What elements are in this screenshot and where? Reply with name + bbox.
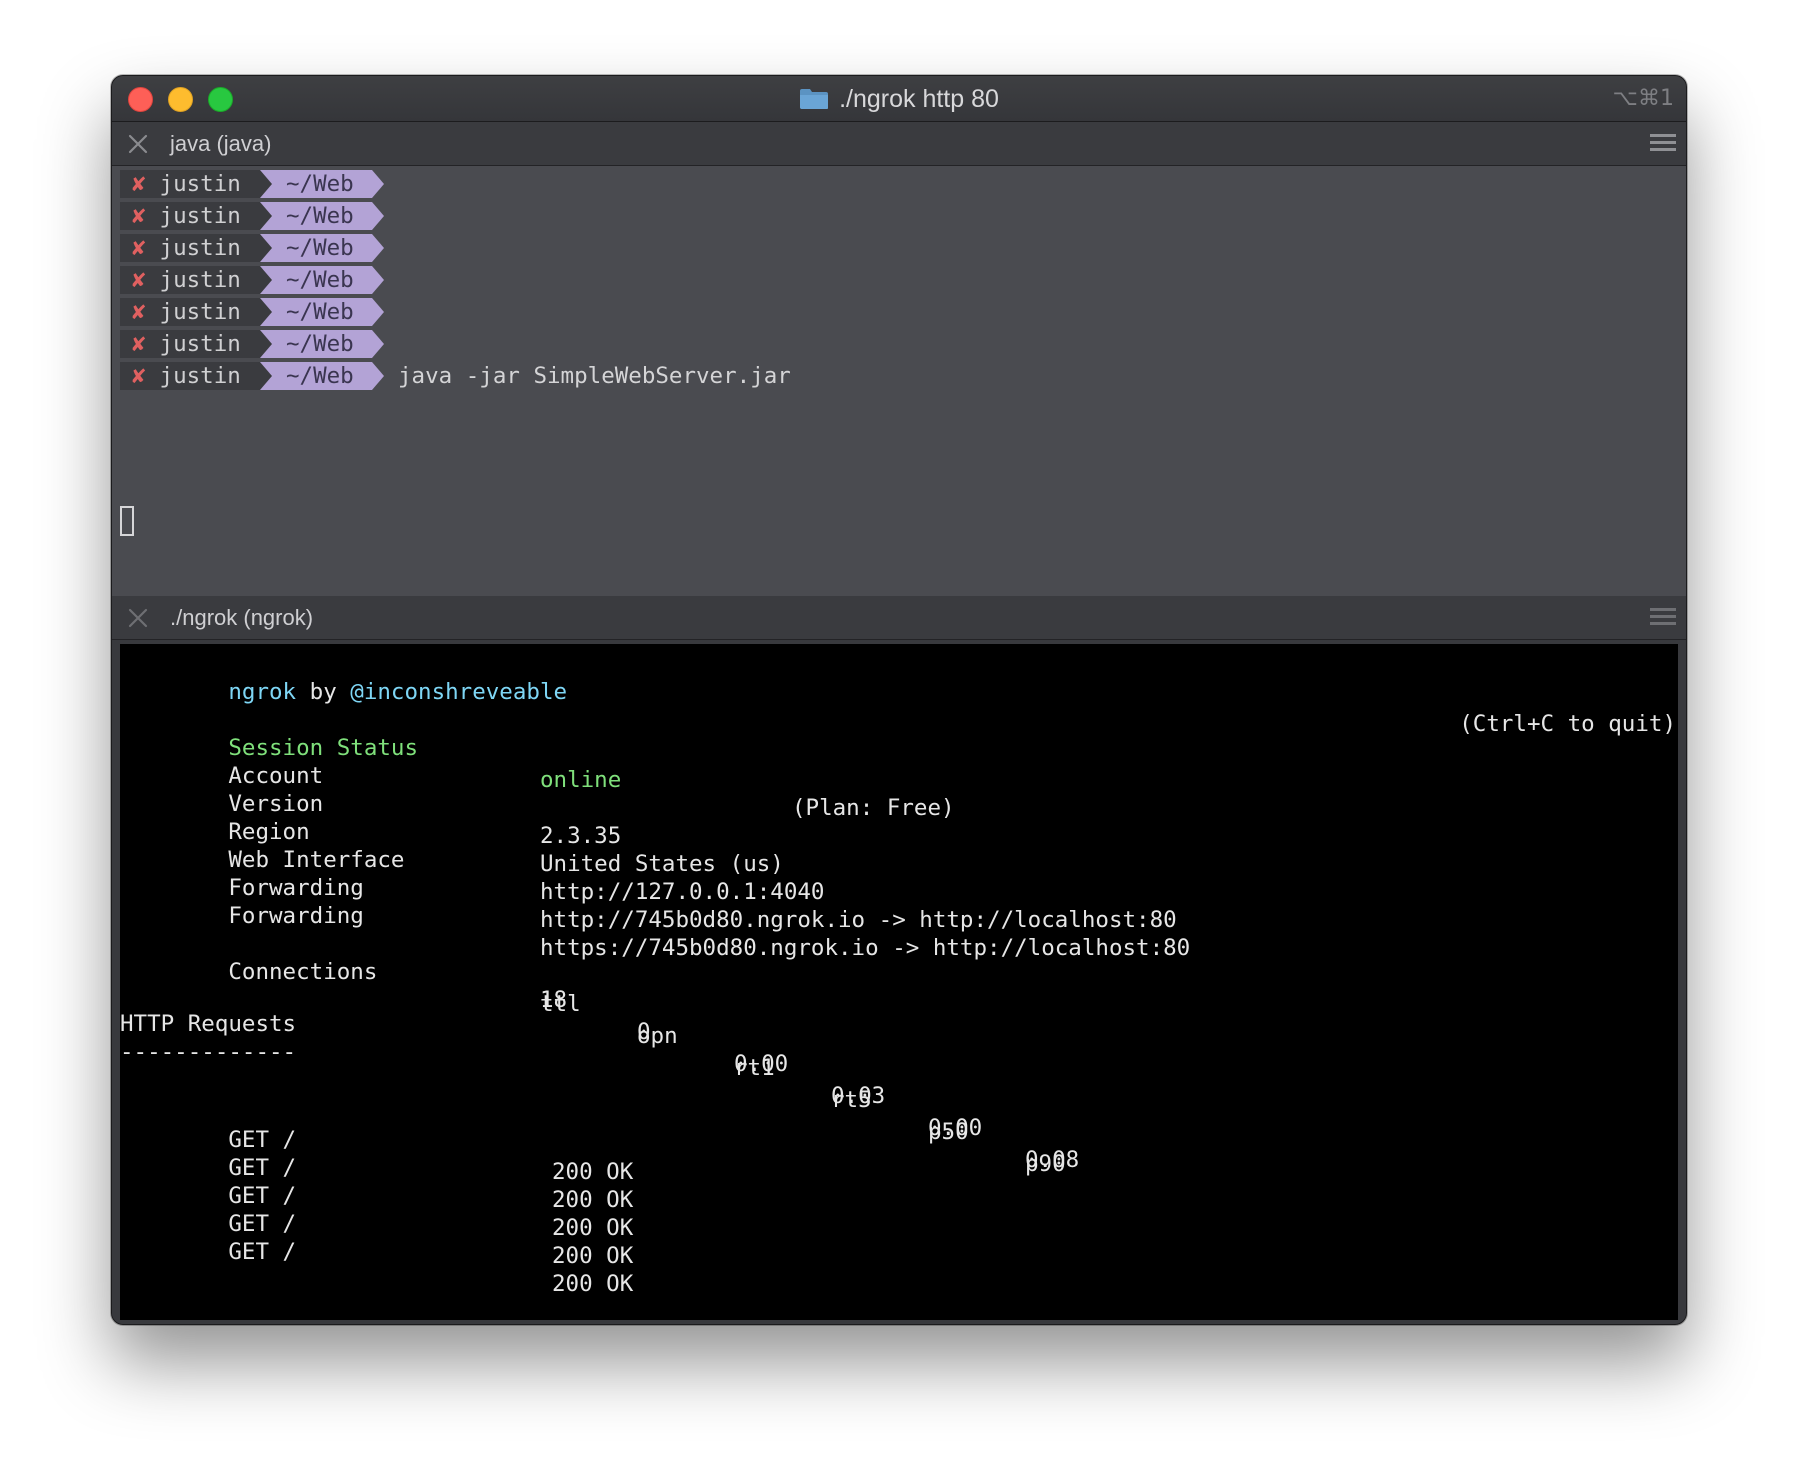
conn-value-ttl: 18: [540, 987, 568, 1013]
folder-icon: [799, 88, 829, 110]
error-status-icon: ✘: [132, 235, 146, 261]
pane-tab-label: java (java): [170, 131, 272, 156]
prompt-user: justin: [159, 171, 241, 197]
prompt-dir: ~/Web: [260, 298, 372, 326]
prompt-user-segment: ✘ justin: [120, 266, 260, 294]
prompt-user-segment: ✘ justin: [120, 298, 260, 326]
conn-value-rt1: 0.00: [734, 1051, 789, 1077]
text-cursor: [120, 506, 134, 536]
pane-tab-ngrok[interactable]: ./ngrok (ngrok): [112, 596, 1686, 640]
error-status-icon: ✘: [132, 267, 146, 293]
prompt-arrow-icon: [372, 266, 384, 294]
hamburger-menu-icon[interactable]: [1650, 608, 1676, 628]
shell-prompt-row: ✘ justin ~/Web: [120, 170, 384, 198]
prompt-user-segment: ✘ justin: [120, 170, 260, 198]
java-terminal-pane[interactable]: ✘ justin ~/Web ✘ justin ~/Web ✘ justin ~/Web ✘ jus…: [112, 166, 1686, 596]
ngrok-output: ngrok by @inconshreveable (Ctrl+C to qui…: [120, 644, 1678, 1320]
forwarding-row: Forwarding https://745b0d80.ngrok.io -> …: [120, 868, 1678, 961]
ngrok-terminal-pane[interactable]: ngrok by @inconshreveable (Ctrl+C to qui…: [112, 640, 1686, 1324]
prompt-user: justin: [159, 363, 241, 389]
shell-prompt-row: ✘ justin ~/Web: [120, 234, 384, 262]
shortcut-indicator: ⌥⌘1: [1612, 86, 1674, 111]
prompt-arrow-icon: [372, 202, 384, 230]
shell-prompt-row: ✘ justin ~/Web: [120, 202, 384, 230]
prompt-arrow-icon: [372, 298, 384, 326]
prompt-dir: ~/Web: [260, 362, 372, 390]
error-status-icon: ✘: [132, 171, 146, 197]
error-status-icon: ✘: [132, 331, 146, 357]
prompt-user: justin: [159, 203, 241, 229]
prompt-user: justin: [159, 267, 241, 293]
terminal-window: ./ngrok http 80 ⌥⌘1 java (java) ✘ justin ~…: [111, 75, 1687, 1325]
prompt-arrow-icon: [372, 170, 384, 198]
prompt-user: justin: [159, 299, 241, 325]
shell-prompt-row: ✘ justin ~/Web: [120, 330, 384, 358]
prompt-user-segment: ✘ justin: [120, 330, 260, 358]
http-request-method: GET /: [228, 1239, 297, 1265]
prompt-user: justin: [159, 235, 241, 261]
window-title: ./ngrok http 80: [839, 84, 999, 113]
http-request-row: GET / 200 OK: [120, 1204, 1678, 1297]
shell-command: java -jar SimpleWebServer.jar: [398, 363, 791, 389]
ngrok-header: ngrok by @inconshreveable (Ctrl+C to qui…: [120, 644, 1678, 737]
close-icon[interactable]: [126, 606, 150, 630]
hamburger-menu-icon[interactable]: [1650, 134, 1676, 154]
prompt-arrow-icon: [372, 362, 384, 390]
prompt-dir: ~/Web: [260, 234, 372, 262]
prompt-user: justin: [159, 331, 241, 357]
prompt-user-segment: ✘ justin: [120, 234, 260, 262]
prompt-arrow-icon: [372, 234, 384, 262]
pane-tab-label: ./ngrok (ngrok): [170, 605, 314, 630]
title-bar[interactable]: ./ngrok http 80 ⌥⌘1: [112, 76, 1686, 122]
pane-tab-java[interactable]: java (java): [112, 122, 1686, 166]
shell-prompt-row: ✘ justin ~/Web: [120, 266, 384, 294]
prompt-dir: ~/Web: [260, 170, 372, 198]
conn-value-opn: 0: [637, 1019, 651, 1045]
prompt-dir: ~/Web: [260, 202, 372, 230]
prompt-dir: ~/Web: [260, 266, 372, 294]
prompt-user-segment: ✘ justin: [120, 362, 260, 390]
http-requests-underline: -------------: [120, 1039, 297, 1065]
shell-prompt-row: ✘ justin ~/Web java -jar SimpleWebServer.ja…: [120, 362, 791, 390]
shell-prompt-row: ✘ justin ~/Web: [120, 298, 384, 326]
close-icon[interactable]: [126, 132, 150, 156]
error-status-icon: ✘: [132, 203, 146, 229]
connections-values-row: 18 0 0.00 0.03 0.00 0.08: [120, 952, 1678, 1173]
http-request-status: 200 OK: [552, 1271, 634, 1297]
error-status-icon: ✘: [132, 363, 146, 389]
prompt-arrow-icon: [372, 330, 384, 358]
prompt-dir: ~/Web: [260, 330, 372, 358]
error-status-icon: ✘: [132, 299, 146, 325]
prompt-user-segment: ✘ justin: [120, 202, 260, 230]
